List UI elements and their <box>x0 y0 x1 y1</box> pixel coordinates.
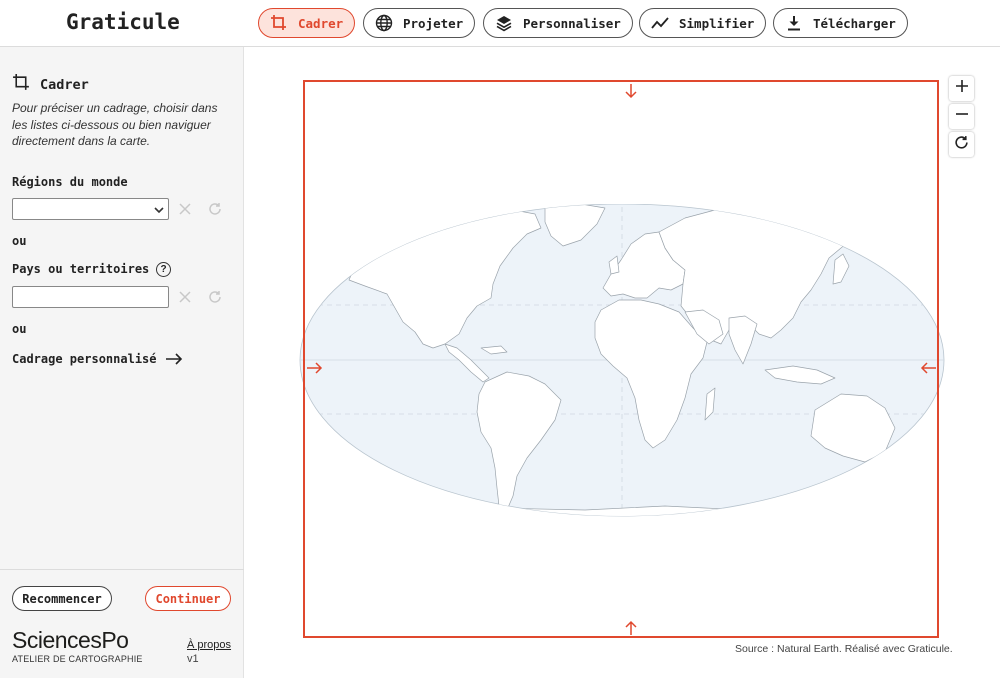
zoom-out-button[interactable] <box>949 104 974 129</box>
tab-projeter-label: Projeter <box>403 15 464 31</box>
version-label: v1 <box>187 653 199 665</box>
panel-title: Cadrer <box>12 73 89 97</box>
crop-icon <box>12 73 31 97</box>
panel-description: Pour préciser un cadrage, choisir dans l… <box>12 101 218 148</box>
tab-personnaliser[interactable]: Personnaliser <box>483 8 633 38</box>
about-link[interactable]: À propos <box>187 639 231 651</box>
panel-title-label: Cadrer <box>40 77 89 93</box>
tab-cadrer-label: Cadrer <box>298 15 344 31</box>
refresh-icon <box>954 135 969 155</box>
or-separator-2: ou <box>12 322 27 336</box>
tab-simplifier-label: Simplifier <box>679 15 755 31</box>
restart-button[interactable]: Recommencer <box>12 586 112 611</box>
layers-icon <box>494 13 514 33</box>
tab-cadrer[interactable]: Cadrer <box>258 8 356 38</box>
regions-label: Régions du monde <box>12 175 128 189</box>
zoom-in-button[interactable] <box>949 76 974 101</box>
globe-icon <box>374 13 394 33</box>
chevron-down-icon <box>153 203 165 221</box>
reset-country-icon[interactable] <box>207 289 223 305</box>
minus-icon <box>955 107 969 126</box>
top-bar: Graticule Cadrer Projeter Personnaliser … <box>0 0 1000 47</box>
plus-icon <box>955 79 969 98</box>
tab-telecharger[interactable]: Télécharger <box>773 8 908 38</box>
frame-bottom-handle-icon[interactable] <box>624 620 638 636</box>
tab-projeter[interactable]: Projeter <box>363 8 476 38</box>
countries-label: Pays ou territoires <box>12 262 150 276</box>
tab-telecharger-label: Télécharger <box>813 15 896 31</box>
custom-framing-link[interactable]: Cadrage personnalisé <box>12 352 183 366</box>
atelier-subtitle: ATELIER DE CARTOGRAPHIE <box>12 654 143 664</box>
crop-icon <box>269 13 289 33</box>
reset-view-button[interactable] <box>949 132 974 157</box>
app-title: Graticule <box>66 10 180 34</box>
clear-country-icon[interactable] <box>177 289 193 305</box>
custom-framing-label: Cadrage personnalisé <box>12 352 157 366</box>
crop-frame[interactable] <box>303 80 939 638</box>
regions-select[interactable] <box>12 198 169 220</box>
sciencespo-logo: SciencesPo <box>12 627 129 653</box>
trend-line-icon <box>650 13 670 33</box>
download-icon <box>784 13 804 33</box>
footer-divider <box>0 569 244 570</box>
frame-right-handle-icon[interactable] <box>920 361 937 375</box>
arrow-right-icon <box>165 353 183 365</box>
map-source-credit: Source : Natural Earth. Réalisé avec Gra… <box>735 643 953 655</box>
tab-simplifier[interactable]: Simplifier <box>639 8 767 38</box>
sidebar: Cadrer Pour préciser un cadrage, choisir… <box>0 47 244 678</box>
clear-region-icon[interactable] <box>177 201 193 217</box>
countries-input[interactable] <box>12 286 169 308</box>
frame-left-handle-icon[interactable] <box>306 361 323 375</box>
help-icon[interactable]: ? <box>156 262 171 277</box>
tab-personnaliser-label: Personnaliser <box>523 15 621 31</box>
continue-button[interactable]: Continuer <box>145 586 231 611</box>
frame-top-handle-icon[interactable] <box>624 83 638 99</box>
or-separator-1: ou <box>12 234 27 248</box>
reset-region-icon[interactable] <box>207 201 223 217</box>
